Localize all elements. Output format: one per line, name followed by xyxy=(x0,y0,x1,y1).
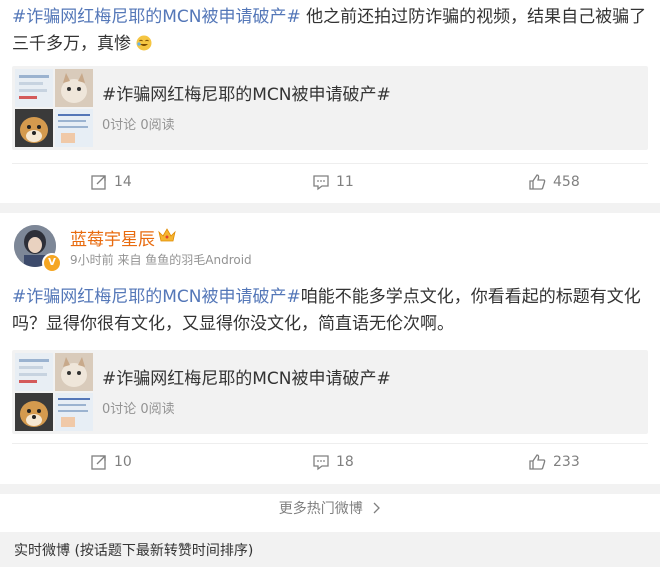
username[interactable]: 蓝莓宇星辰 xyxy=(70,225,155,250)
post-2-repost-count: 10 xyxy=(114,454,132,470)
post-1-repost-button[interactable]: 14 xyxy=(90,164,132,200)
feed-divider xyxy=(0,203,660,213)
post-1-text: #诈骗网红梅尼耶的MCN被申请破产# 他之前还拍过防诈骗的视频，结果自己被骗了三… xyxy=(12,4,648,58)
post-1-comment-count: 11 xyxy=(336,174,354,190)
post-2-topic-thumbnails xyxy=(15,353,93,431)
post-2-meta: 9小时前 来自 鱼鱼的羽毛Android xyxy=(70,253,252,267)
post-1-topic-thumbnails xyxy=(15,69,93,147)
post-1-card-meta: 0讨论 0阅读 xyxy=(102,118,175,133)
post-2-comment-count: 18 xyxy=(336,454,354,470)
post-1-actions: 14 11 458 xyxy=(0,164,660,200)
verified-badge: V xyxy=(42,253,62,273)
chevron-right-icon xyxy=(373,502,381,514)
post-1-like-button[interactable]: 458 xyxy=(528,164,580,200)
post-2-repost-button[interactable]: 10 xyxy=(90,444,132,480)
thumbs-up-icon xyxy=(529,174,546,190)
post-2-actions: 10 18 233 xyxy=(0,444,660,480)
thumbs-up-icon xyxy=(529,454,546,470)
thumbnail-screenshot xyxy=(15,69,53,107)
feed-divider xyxy=(0,484,660,494)
thumbnail-dog-photo xyxy=(15,393,53,431)
post-1-topic-link[interactable]: #诈骗网红梅尼耶的MCN被申请破产# xyxy=(12,7,301,27)
thumbnail-cat-photo xyxy=(55,353,93,391)
realtime-header-label: 实时微博 (按话题下最新转赞时间排序) xyxy=(14,543,254,559)
post-2-card-title[interactable]: #诈骗网红梅尼耶的MCN被申请破产# xyxy=(102,364,391,389)
more-hot-posts-link[interactable]: 更多热门微博 xyxy=(0,496,660,522)
post-2-like-button[interactable]: 233 xyxy=(528,444,580,480)
repost-icon xyxy=(91,175,106,190)
laugh-cry-emoji-icon xyxy=(136,35,152,51)
post-2-text: #诈骗网红梅尼耶的MCN被申请破产#咱能不能多学点文化，你看看起的标题有文化吗？… xyxy=(12,284,648,338)
post-2-topic-card[interactable]: #诈骗网红梅尼耶的MCN被申请破产# 0讨论 0阅读 xyxy=(12,350,648,434)
more-hot-label: 更多热门微博 xyxy=(278,501,363,517)
post-1-topic-card[interactable]: #诈骗网红梅尼耶的MCN被申请破产# 0讨论 0阅读 xyxy=(12,66,648,150)
crown-icon xyxy=(158,228,176,242)
thumbnail-document xyxy=(55,393,93,431)
thumbnail-cat-photo xyxy=(55,69,93,107)
comment-icon xyxy=(313,455,329,471)
post-1-card-title[interactable]: #诈骗网红梅尼耶的MCN被申请破产# xyxy=(102,80,391,105)
thumbnail-dog-photo xyxy=(15,109,53,147)
post-2-like-count: 233 xyxy=(553,454,580,470)
post-2-comment-button[interactable]: 18 xyxy=(312,444,354,480)
post-1-like-count: 458 xyxy=(553,174,580,190)
realtime-section-header: 实时微博 (按话题下最新转赞时间排序) xyxy=(0,532,660,567)
repost-icon xyxy=(91,455,106,470)
post-1-comment-button[interactable]: 11 xyxy=(312,164,354,200)
thumbnail-document xyxy=(55,109,93,147)
post-2-card-meta: 0讨论 0阅读 xyxy=(102,402,175,417)
thumbnail-screenshot xyxy=(15,353,53,391)
comment-icon xyxy=(313,175,329,191)
post-1-repost-count: 14 xyxy=(114,174,132,190)
post-2-topic-link[interactable]: #诈骗网红梅尼耶的MCN被申请破产# xyxy=(12,287,301,307)
